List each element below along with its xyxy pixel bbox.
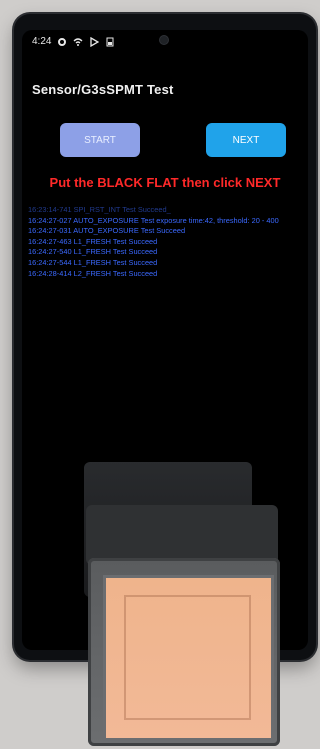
log-line: 16:24:27-540 L1_FRESH Test Succeed [28,247,158,257]
fixture-inner-frame [124,595,251,720]
log-line: 16:24:27-463 L1_FRESH Test Succeed [28,236,158,246]
log-line: 16:24:28-414 L2_FRESH Test Succeed [28,268,158,278]
log-line: 16:24:27-544 L1_FRESH Test Succeed [28,257,158,267]
next-button[interactable]: NEXT [206,123,286,157]
battery-icon [105,37,115,47]
wifi-icon [73,37,83,47]
status-time: 4:24 [32,36,52,47]
fixture-top [86,505,278,565]
instruction-text: Put the BLACK FLAT then click NEXT [49,175,281,190]
status-bar: 4:24 [32,36,115,47]
play-icon [89,36,100,47]
test-log: 16:23:14-741 SPI_RST_INT Test Succeed_ 1… [28,205,302,279]
start-button[interactable]: START [60,123,140,157]
log-line: 16:24:27-031 AUTO_EXPOSURE Test Succeed [28,226,186,236]
front-camera [160,36,168,44]
log-line: 16:23:14-741 SPI_RST_INT Test Succeed_ [28,205,171,214]
gear-icon [57,37,67,47]
log-line: 16:24:27-027 AUTO_EXPOSURE Test exposure… [28,215,279,225]
page-title: Sensor/G3sSPMT Test [32,82,174,97]
